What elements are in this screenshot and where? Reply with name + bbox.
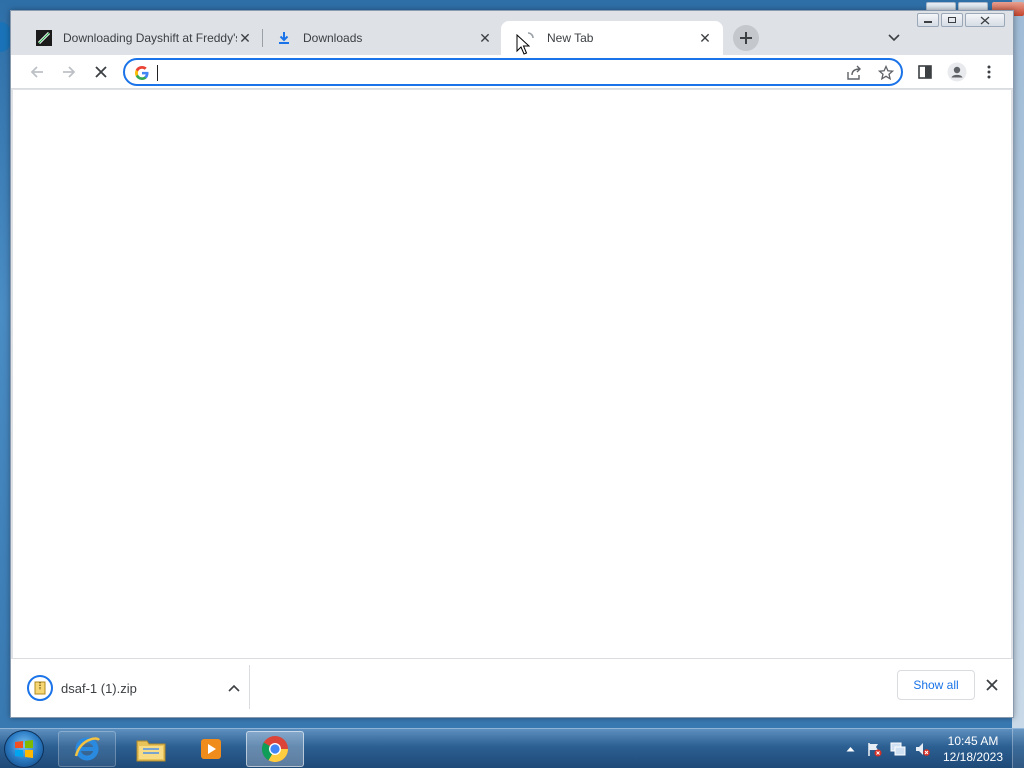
page-content (13, 90, 1011, 658)
taskbar-internet-explorer[interactable] (58, 731, 116, 767)
profile-button[interactable] (945, 60, 969, 84)
chevron-down-icon (888, 34, 900, 42)
share-icon[interactable] (845, 64, 863, 82)
restore-icon (948, 17, 956, 23)
tab-title: Downloading Dayshift at Freddy's (63, 31, 237, 45)
forward-button[interactable] (57, 60, 81, 84)
close-icon (986, 679, 998, 691)
minimize-icon (924, 21, 932, 23)
restore-button[interactable] (941, 13, 963, 27)
close-icon[interactable]: ✕ (697, 30, 713, 46)
clock-time: 10:45 AM (947, 734, 999, 748)
side-panel-icon (918, 65, 932, 79)
fnaf-game-icon (35, 29, 53, 47)
show-desktop-button[interactable] (1012, 729, 1024, 768)
browser-menu-button[interactable] (977, 60, 1001, 84)
download-shelf: dsaf-1 (1).zip Show all (11, 658, 1013, 717)
taskbar-chrome[interactable] (246, 731, 304, 767)
volume-muted-icon[interactable] (914, 741, 930, 757)
media-player-icon (201, 739, 221, 759)
chrome-icon (261, 736, 289, 763)
tab-title: Downloads (303, 31, 363, 45)
file-explorer-icon (136, 740, 166, 762)
side-panel-button[interactable] (913, 60, 937, 84)
new-tab-button[interactable] (733, 25, 759, 51)
chevron-up-icon[interactable] (225, 679, 243, 697)
plus-icon (740, 32, 752, 44)
tab-new-tab[interactable]: New Tab ✕ (501, 21, 723, 55)
arrow-right-icon (63, 66, 76, 78)
windows-logo-icon (15, 740, 33, 758)
mouse-pointer-icon (516, 34, 530, 55)
browser-window: Downloading Dayshift at Freddy's ✕ Downl… (10, 10, 1014, 718)
system-clock[interactable]: 10:45 AM 12/18/2023 (936, 733, 1010, 765)
arrow-left-icon (30, 66, 43, 78)
tab-dayshift-download[interactable]: Downloading Dayshift at Freddy's ✕ (17, 21, 263, 55)
kebab-menu-icon (987, 65, 991, 79)
download-item[interactable]: dsaf-1 (1).zip (27, 673, 243, 703)
network-icon[interactable] (890, 741, 906, 757)
taskbar-media-player[interactable] (182, 731, 240, 767)
back-button[interactable] (25, 60, 49, 84)
profile-avatar-icon (947, 62, 967, 82)
tab-search-button[interactable] (885, 29, 903, 47)
show-hidden-icons-button[interactable] (842, 741, 858, 757)
close-icon[interactable]: ✕ (237, 30, 253, 46)
omnibox-input[interactable] (157, 63, 837, 81)
tab-downloads[interactable]: Downloads ✕ (257, 21, 503, 55)
zip-file-icon (27, 675, 53, 701)
tab-strip: Downloading Dayshift at Freddy's ✕ Downl… (11, 11, 1013, 55)
taskbar-file-explorer[interactable] (122, 731, 180, 767)
internet-explorer-icon (74, 737, 100, 761)
download-filename: dsaf-1 (1).zip (61, 680, 137, 696)
close-window-button[interactable] (965, 13, 1005, 27)
taskbar: 10:45 AM 12/18/2023 (0, 728, 1024, 768)
google-g-icon (135, 66, 149, 80)
show-all-button[interactable]: Show all (897, 670, 975, 700)
minimize-button[interactable] (917, 13, 939, 27)
text-caret (157, 65, 158, 81)
start-button[interactable] (4, 730, 44, 768)
close-icon (980, 16, 990, 24)
shelf-divider (249, 665, 250, 709)
browser-toolbar (11, 55, 1013, 89)
tab-title: New Tab (547, 31, 594, 45)
close-icon[interactable]: ✕ (477, 30, 493, 46)
address-bar[interactable] (123, 58, 903, 86)
download-icon (275, 29, 293, 47)
action-center-flag-icon[interactable] (866, 741, 882, 757)
bookmark-star-icon[interactable] (877, 64, 895, 82)
close-shelf-button[interactable] (983, 676, 1001, 694)
stop-x-icon (95, 66, 107, 78)
clock-date: 12/18/2023 (942, 750, 1004, 764)
stop-loading-button[interactable] (89, 60, 113, 84)
